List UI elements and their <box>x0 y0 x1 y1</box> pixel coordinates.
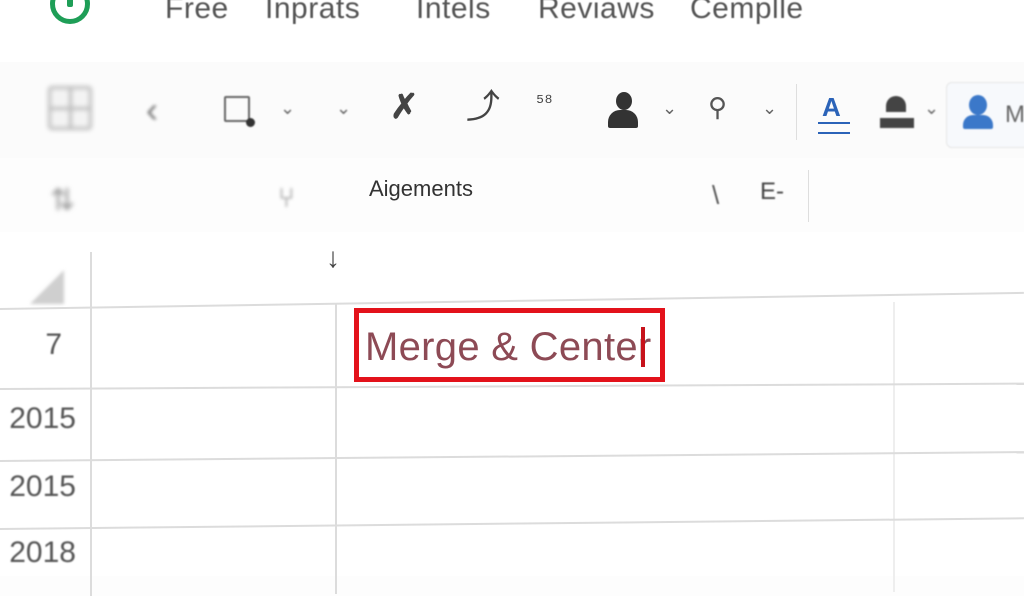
row-divider <box>0 451 1024 462</box>
down-arrow-icon[interactable]: ↓ <box>326 242 340 274</box>
account-body-icon <box>963 115 993 129</box>
row-header-2015[interactable]: 2015 <box>0 470 76 504</box>
font-letter: A <box>822 92 841 122</box>
branch-icon[interactable]: ⑂ <box>278 184 295 212</box>
text-cursor <box>641 327 645 367</box>
person-head-icon <box>616 92 632 110</box>
menu-item-intels[interactable]: Intels <box>416 0 491 26</box>
font-lines-icon <box>818 122 850 134</box>
fill-bucket-icon <box>886 96 906 112</box>
e-dropdown[interactable]: E- <box>760 178 784 206</box>
row-header-7[interactable]: 7 <box>0 328 62 362</box>
add-person-icon[interactable] <box>606 92 642 132</box>
account-button[interactable]: M <box>946 82 1024 148</box>
connector-icon[interactable]: ⚲ <box>708 94 727 120</box>
person-body-icon <box>608 110 638 128</box>
person-dropdown-chevron-icon[interactable]: ⌄ <box>662 98 677 119</box>
back-chevron-icon[interactable]: ‹ <box>146 92 158 128</box>
connector-dropdown-chevron-icon[interactable]: ⌄ <box>762 98 777 119</box>
row-divider <box>0 517 1024 530</box>
spreadsheet-grid <box>0 232 1024 596</box>
toolbar-divider-2 <box>808 170 809 222</box>
menu-item-cemplle[interactable]: Cemplle <box>690 0 804 26</box>
shape-insert-icon[interactable] <box>224 96 255 127</box>
fill-dropdown-chevron-icon[interactable]: ⌄ <box>924 98 939 119</box>
active-cell-text: Merge & Center <box>365 325 652 369</box>
sort-filter-icon[interactable]: ⇅ <box>50 186 75 216</box>
formula-icon[interactable]: ⁵⁸ <box>536 92 553 112</box>
dropdown-chevron-icon[interactable]: ⌄ <box>336 98 351 119</box>
menu-bar: Free Inprats Intels Reviaws Cemplle <box>0 0 1024 62</box>
slash-icon[interactable]: \ <box>712 182 719 208</box>
account-head-icon <box>969 95 987 115</box>
select-all-corner[interactable] <box>30 270 64 304</box>
column-divider <box>893 302 895 592</box>
menu-item-inprats[interactable]: Inprats <box>265 0 360 26</box>
active-cell-highlight[interactable]: Merge & Center <box>354 308 665 382</box>
scribble-icon[interactable]: ✗ <box>390 90 419 124</box>
row-header-2018[interactable]: 2018 <box>0 536 76 570</box>
menu-item-reviaws[interactable]: Reviaws <box>538 0 655 26</box>
shape-dropdown-chevron-icon[interactable]: ⌄ <box>280 98 295 119</box>
account-label: M <box>1005 101 1024 128</box>
font-style-icon[interactable]: A <box>818 92 854 134</box>
alignments-group-label[interactable]: Aigements <box>369 176 473 202</box>
column-divider <box>335 304 337 594</box>
fill-color-icon[interactable] <box>880 94 914 130</box>
line-chart-icon[interactable]: ⤴ <box>466 90 500 124</box>
column-divider <box>90 252 92 596</box>
row-header-2015[interactable]: 2015 <box>0 402 76 436</box>
app-logo-icon <box>50 0 90 24</box>
toolbar-divider <box>796 84 797 140</box>
fill-bar-icon <box>880 118 914 128</box>
menu-item-free[interactable]: Free <box>165 0 229 26</box>
row-divider <box>0 382 1024 390</box>
table-grid-icon[interactable] <box>48 86 92 130</box>
